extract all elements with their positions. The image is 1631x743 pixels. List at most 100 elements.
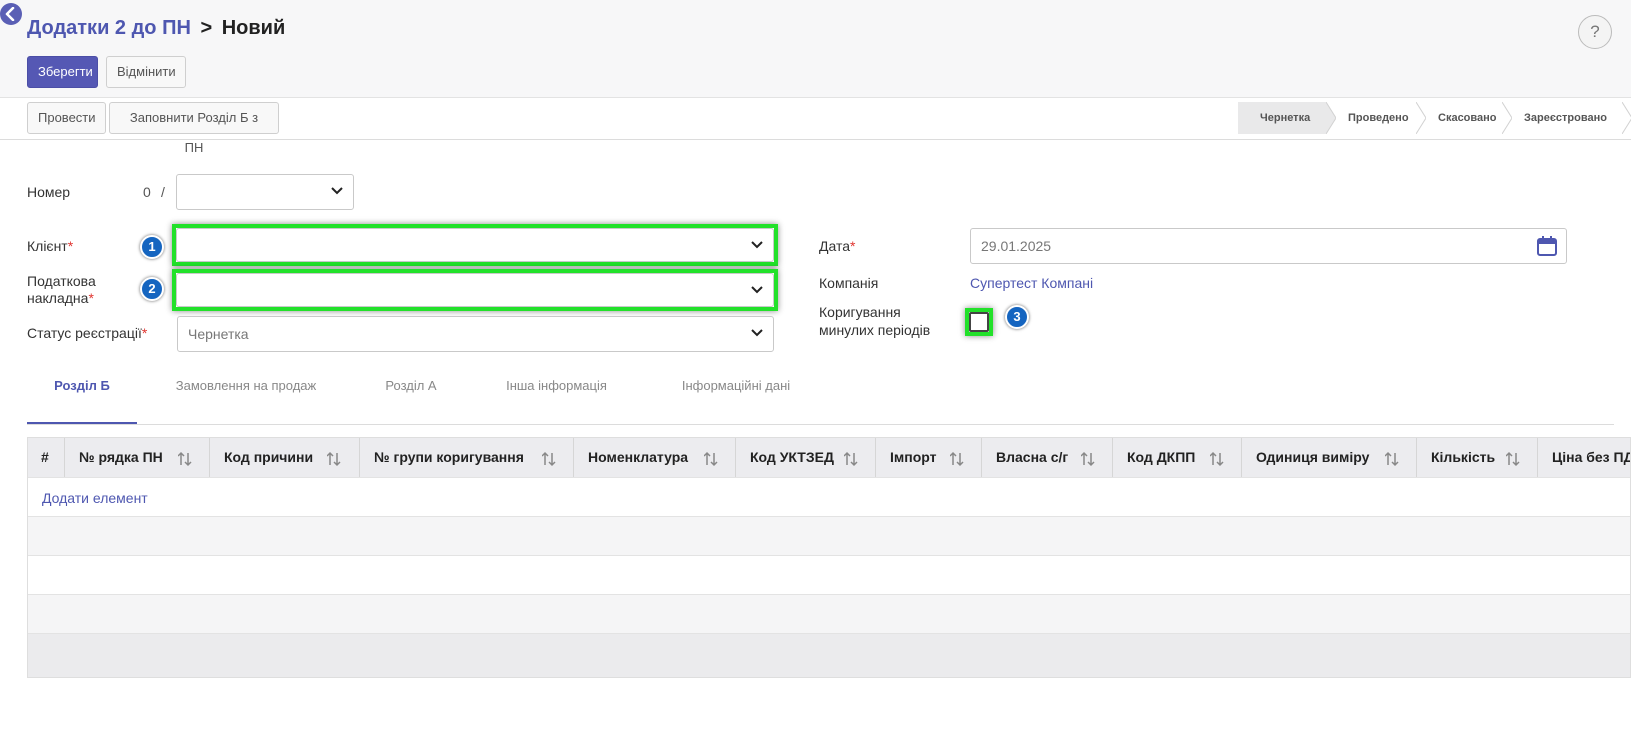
number-prefix: 0 — [143, 184, 151, 200]
sort-icon[interactable] — [950, 451, 964, 467]
stage-label: Скасовано — [1438, 112, 1497, 124]
client-label: Клієнт* — [27, 238, 73, 255]
chevron-down-icon — [331, 187, 343, 195]
column-header-price[interactable]: Ціна без ПДВ — [1538, 438, 1630, 477]
sort-icon[interactable] — [327, 451, 341, 467]
table-row — [28, 594, 1630, 633]
column-label: № групи коригування — [374, 449, 524, 465]
sort-icon[interactable] — [1081, 451, 1095, 467]
number-slash: / — [161, 184, 165, 200]
company-link[interactable]: Супертест Компані — [970, 275, 1093, 291]
table-header: # № рядка ПН Код причини № групи коригув… — [28, 438, 1630, 477]
column-header-correction-group[interactable]: № групи коригування — [360, 438, 574, 477]
client-select[interactable] — [176, 228, 774, 262]
lines-table: # № рядка ПН Код причини № групи коригув… — [27, 437, 1631, 678]
stage-label: Проведено — [1348, 112, 1409, 124]
correction-label-line2: минулих періодів — [819, 322, 931, 338]
column-label: Кількість — [1431, 449, 1496, 465]
column-header-dkpp[interactable]: Код ДКПП — [1113, 438, 1242, 477]
fill-section-b-button[interactable]: Заповнити Розділ Б з ПН — [109, 102, 279, 155]
company-label: Компанія — [819, 275, 879, 291]
number-label: Номер — [27, 184, 71, 200]
add-item-link[interactable]: Додати елемент — [42, 490, 148, 506]
tax-invoice-select[interactable] — [176, 273, 774, 307]
column-label: Ціна без ПДВ — [1552, 449, 1630, 465]
stage-registered[interactable]: Зареєстровано — [1502, 102, 1631, 134]
column-header-reason-code[interactable]: Код причини — [210, 438, 360, 477]
column-header-own-agri[interactable]: Власна с/г — [982, 438, 1113, 477]
column-header-quantity[interactable]: Кількість — [1417, 438, 1538, 477]
sort-icon[interactable] — [704, 451, 718, 467]
table-footer — [28, 633, 1630, 677]
column-header-import[interactable]: Імпорт — [876, 438, 982, 477]
marker-2-badge: 2 — [140, 277, 164, 301]
help-button[interactable]: ? — [1578, 15, 1612, 49]
date-value: 29.01.2025 — [981, 238, 1052, 254]
client-label-text: Клієнт — [27, 238, 68, 254]
column-label: # — [41, 449, 49, 465]
top-bar: Додатки 2 до ПН > Новий ? Зберегти Відмі… — [0, 0, 1631, 97]
breadcrumb-parent-link[interactable]: Додатки 2 до ПН — [27, 17, 191, 39]
column-header-nomenclature[interactable]: Номенклатура — [574, 438, 736, 477]
required-mark: * — [850, 238, 856, 254]
save-button[interactable]: Зберегти — [27, 56, 98, 88]
sort-icon[interactable] — [1385, 451, 1399, 467]
sort-icon[interactable] — [178, 451, 192, 467]
tab-sales-orders[interactable]: Замовлення на продаж — [155, 370, 337, 424]
required-mark: * — [67, 238, 74, 254]
status-stages: Чернетка Проведено Скасовано Зареєстрова… — [1238, 102, 1631, 134]
breadcrumb-current: Новий — [221, 17, 286, 39]
column-header-unit[interactable]: Одиниця виміру — [1242, 438, 1417, 477]
correction-label-line1: Коригування — [819, 304, 901, 320]
sort-icon[interactable] — [844, 451, 858, 467]
reg-status-select[interactable]: Чернетка — [177, 316, 774, 352]
stage-posted[interactable]: Проведено — [1326, 102, 1426, 134]
column-label: Одиниця виміру — [1256, 449, 1370, 465]
correction-checkbox[interactable] — [969, 312, 989, 332]
cancel-button[interactable]: Відмінити — [106, 56, 186, 88]
tax-invoice-label-line1: Податкова — [27, 273, 96, 289]
add-item-row: Додати елемент — [28, 477, 1630, 516]
tab-info-data[interactable]: Інформаційні дані — [641, 370, 831, 424]
back-arrow-icon[interactable] — [0, 3, 22, 25]
breadcrumb: Додатки 2 до ПН > Новий — [27, 17, 285, 40]
marker-1-badge: 1 — [140, 235, 164, 259]
table-row — [28, 555, 1630, 594]
column-label: Власна с/г — [996, 449, 1069, 465]
tax-invoice-label-text: накладна — [27, 290, 89, 306]
calendar-icon[interactable] — [1536, 235, 1558, 257]
number-select[interactable] — [176, 174, 354, 210]
column-label: Номенклатура — [588, 449, 689, 465]
action-bar: Провести Заповнити Розділ Б з ПН Чернетк… — [0, 97, 1631, 155]
stage-cancelled[interactable]: Скасовано — [1416, 102, 1512, 134]
sort-icon[interactable] — [542, 451, 556, 467]
chevron-down-icon — [751, 241, 763, 249]
sort-icon[interactable] — [1506, 451, 1520, 467]
tax-invoice-label-line2: накладна* — [27, 290, 94, 307]
column-label: № рядка ПН — [79, 449, 163, 465]
reg-status-label-text: Статус реєстрації — [27, 325, 142, 341]
column-header-invoice-line[interactable]: № рядка ПН — [65, 438, 210, 477]
tab-bar: Розділ Б Замовлення на продаж Розділ А І… — [27, 370, 1614, 425]
tab-other-info[interactable]: Інша інформація — [474, 370, 639, 424]
date-label: Дата* — [819, 238, 855, 255]
tab-section-b[interactable]: Розділ Б — [27, 370, 137, 424]
column-header-uktzed[interactable]: Код УКТЗЕД — [736, 438, 876, 477]
stage-draft[interactable]: Чернетка — [1238, 102, 1336, 134]
date-field[interactable]: 29.01.2025 — [970, 228, 1567, 264]
column-label: Код УКТЗЕД — [750, 449, 834, 465]
stage-label: Чернетка — [1260, 112, 1311, 124]
reg-status-value: Чернетка — [188, 326, 249, 342]
chevron-down-icon — [751, 286, 763, 294]
column-label: Код причини — [224, 449, 314, 465]
post-button[interactable]: Провести — [27, 102, 106, 134]
required-mark: * — [88, 290, 94, 306]
breadcrumb-separator: > — [200, 17, 213, 39]
tab-section-a[interactable]: Розділ А — [361, 370, 461, 424]
stage-label: Зареєстровано — [1524, 112, 1607, 124]
marker-3-badge: 3 — [1005, 305, 1029, 329]
sort-icon[interactable] — [1210, 451, 1224, 467]
column-label: Код ДКПП — [1127, 449, 1196, 465]
column-header-index: # — [28, 438, 65, 477]
table-row — [28, 516, 1630, 555]
